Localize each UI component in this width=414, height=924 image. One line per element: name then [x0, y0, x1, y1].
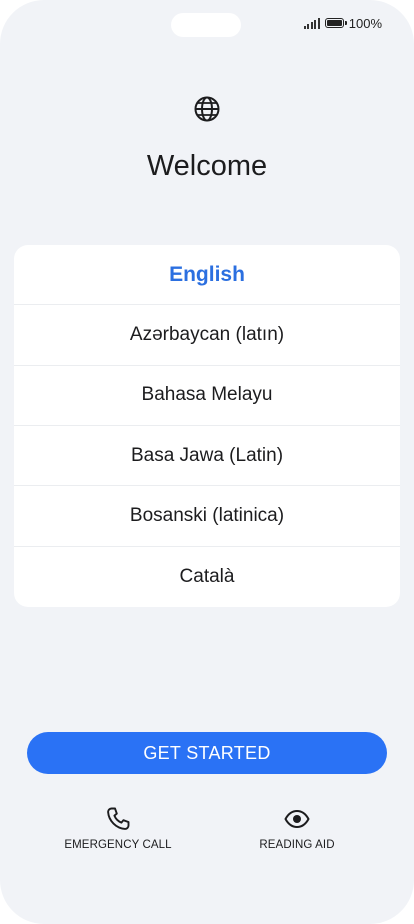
reading-aid-button[interactable]: READING AID	[227, 805, 367, 851]
signal-icon	[303, 17, 320, 29]
language-list: English Azərbaycan (latın) Bahasa Melayu…	[14, 245, 400, 607]
battery-icon	[324, 18, 347, 28]
emergency-call-label: EMERGENCY CALL	[64, 839, 172, 851]
battery-percentage: 100%	[348, 15, 382, 31]
camera-cutout	[171, 13, 241, 37]
language-item-bosnian[interactable]: Bosanski (latinica)	[14, 486, 400, 547]
eye-icon	[284, 810, 310, 828]
get-started-button[interactable]: GET STARTED	[27, 732, 387, 774]
phone-icon	[107, 807, 130, 830]
emergency-call-button[interactable]: EMERGENCY CALL	[48, 805, 188, 851]
language-item-azerbaijani[interactable]: Azərbaycan (latın)	[14, 305, 400, 366]
reading-aid-label: READING AID	[259, 839, 335, 851]
setup-screen: 100% Welcome English Azərbaycan (latın) …	[0, 0, 414, 924]
language-item-malay[interactable]: Bahasa Melayu	[14, 366, 400, 426]
language-item-javanese[interactable]: Basa Jawa (Latin)	[14, 426, 400, 487]
language-item-english[interactable]: English	[14, 245, 400, 306]
globe-icon	[194, 96, 220, 122]
language-item-catalan[interactable]: Català	[14, 547, 400, 607]
page-title: Welcome	[146, 150, 268, 182]
status-bar: 100%	[303, 15, 382, 31]
